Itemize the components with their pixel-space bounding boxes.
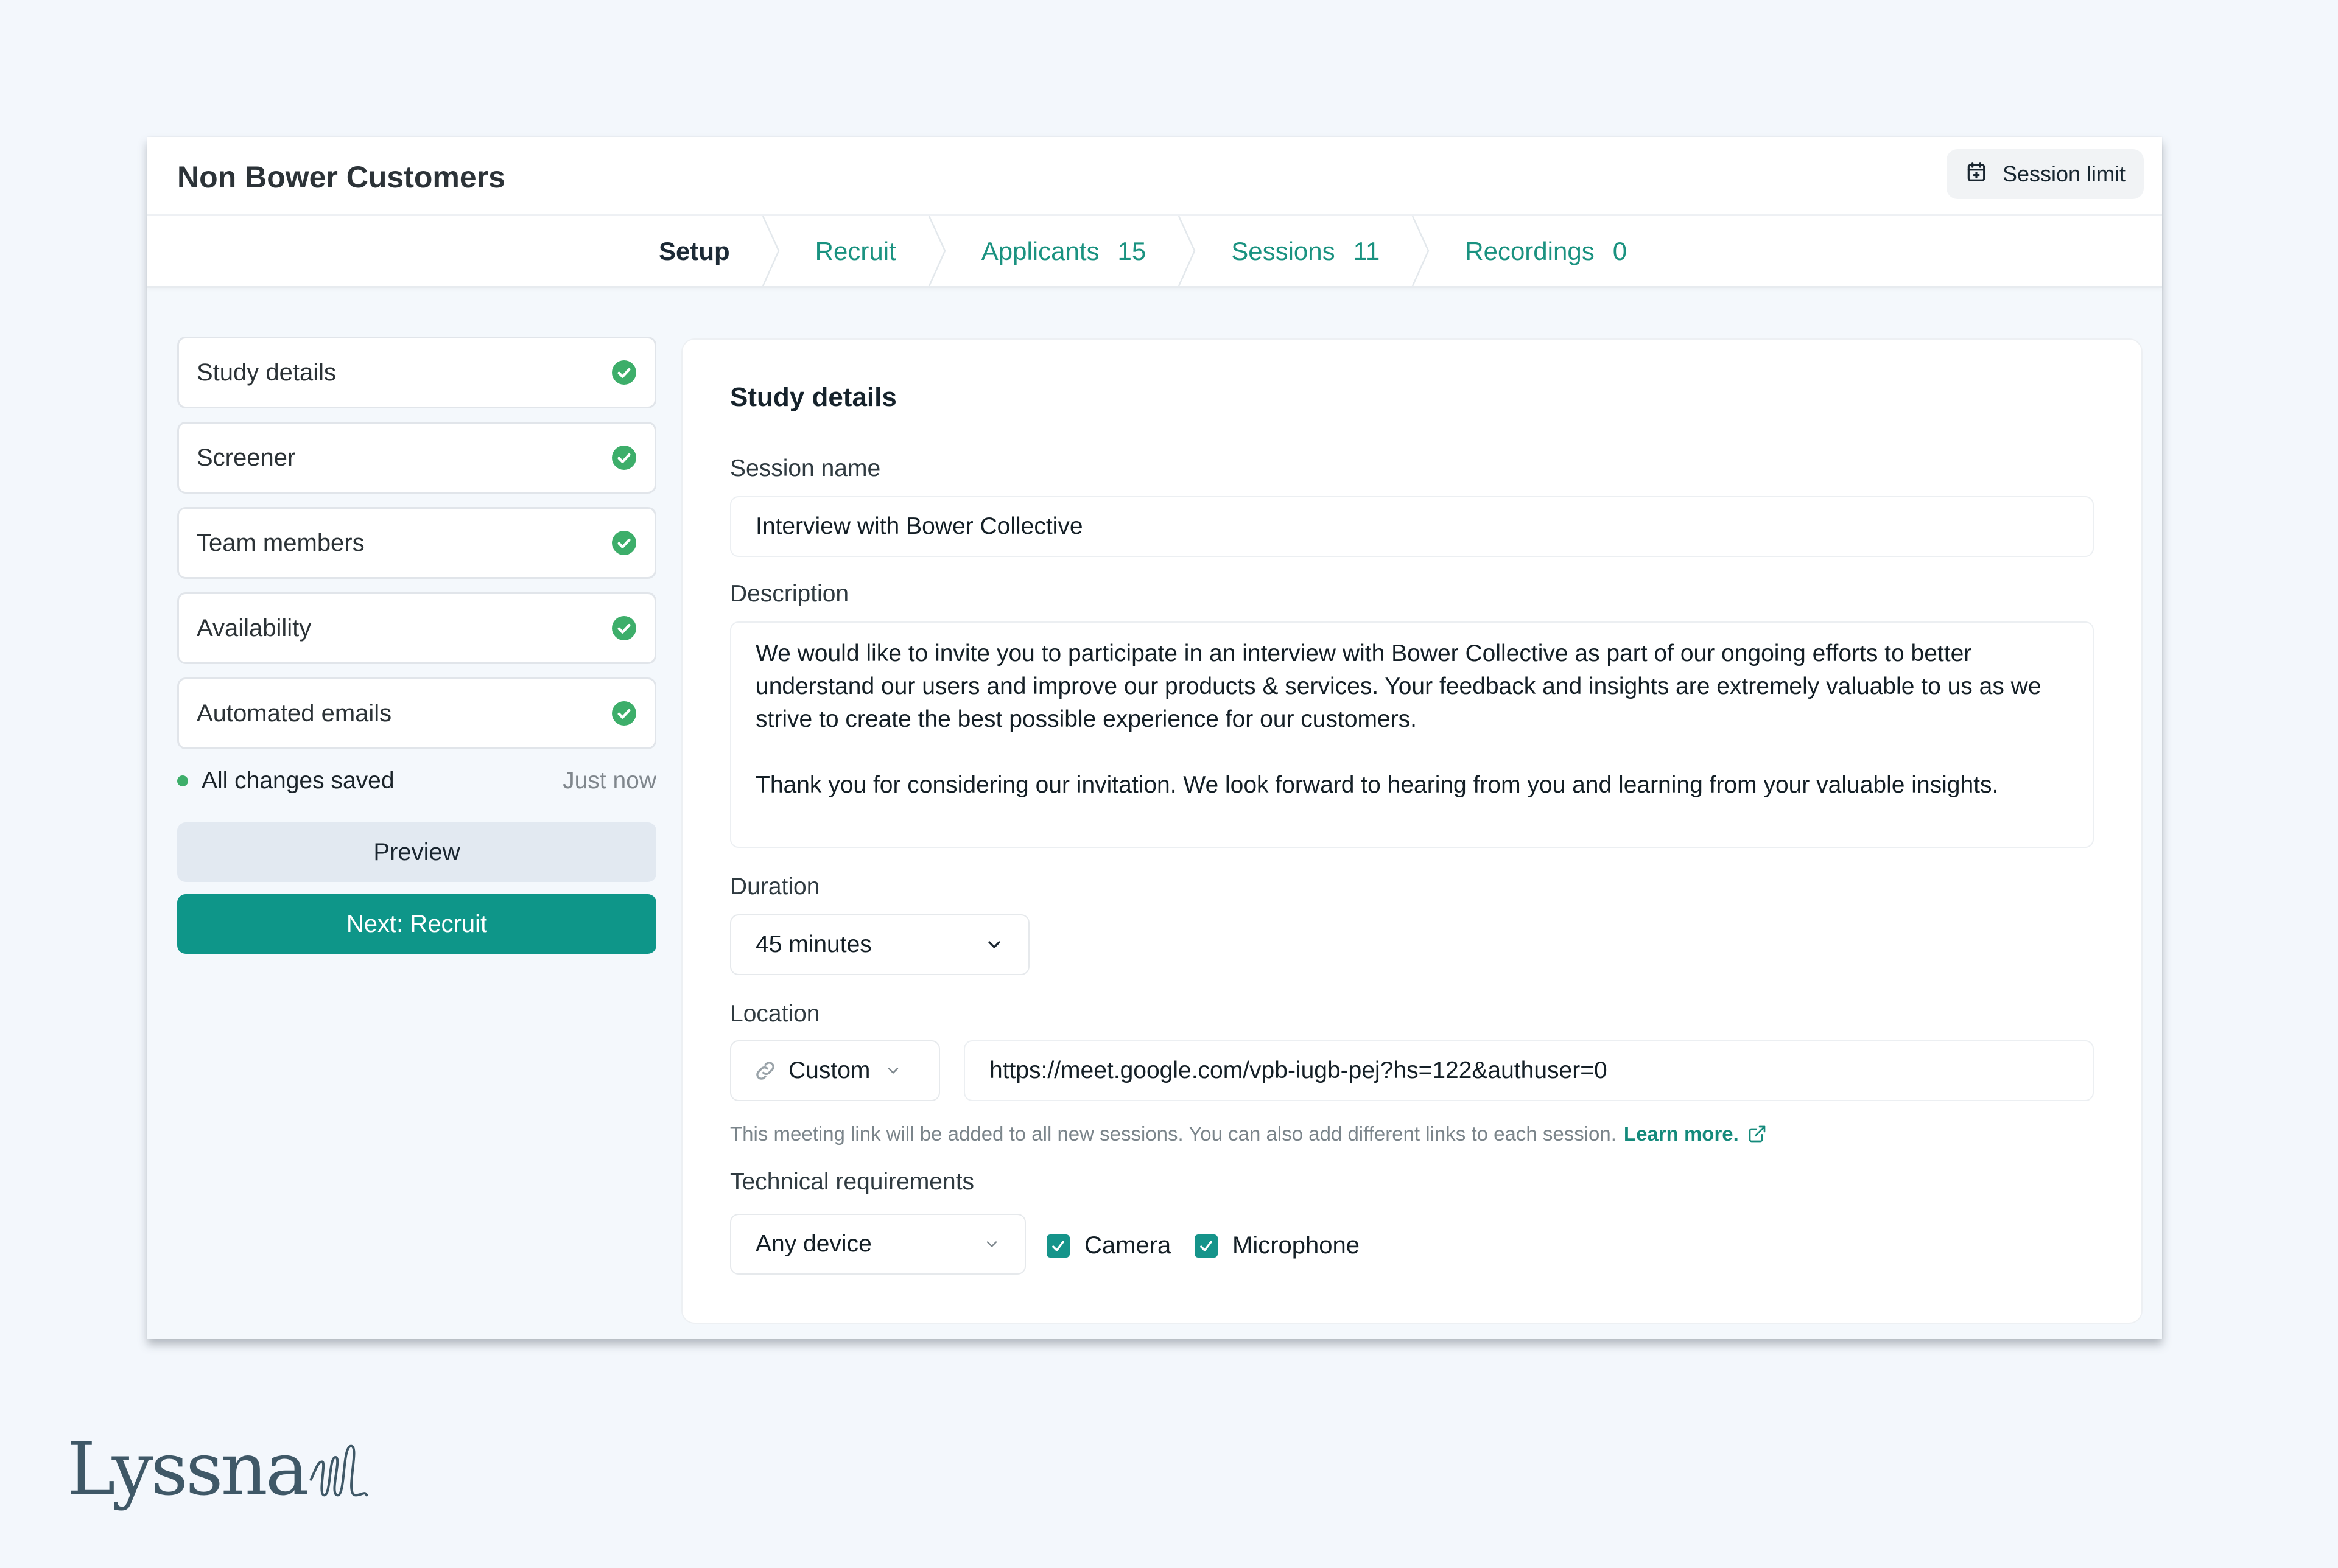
step-study-details[interactable]: Study details bbox=[177, 337, 656, 408]
microphone-checkbox[interactable]: Microphone bbox=[1195, 1232, 1360, 1259]
calendar-plus-icon bbox=[1965, 160, 1988, 189]
step-label: Screener bbox=[197, 444, 296, 471]
session-name-value: Interview with Bower Collective bbox=[756, 513, 1083, 539]
microphone-label: Microphone bbox=[1232, 1232, 1360, 1259]
checkbox-checked[interactable] bbox=[1047, 1234, 1070, 1258]
tab-applicants[interactable]: Applicants 15 bbox=[981, 216, 1146, 286]
study-details-form: Study details Session name Interview wit… bbox=[681, 338, 2143, 1324]
tab-count: 0 bbox=[1612, 236, 1627, 265]
check-circle-icon bbox=[612, 446, 636, 470]
tab-label: Recruit bbox=[815, 236, 896, 265]
description-paragraph: We would like to invite you to participa… bbox=[756, 640, 2041, 732]
location-type-value: Custom bbox=[788, 1057, 871, 1083]
duration-value: 45 minutes bbox=[756, 931, 872, 957]
check-circle-icon bbox=[612, 701, 636, 726]
tab-sessions[interactable]: Sessions 11 bbox=[1231, 216, 1380, 286]
step-label: Team members bbox=[197, 529, 365, 556]
device-select[interactable]: Any device bbox=[730, 1214, 1026, 1275]
tab-label: Recordings bbox=[1465, 236, 1595, 265]
camera-label: Camera bbox=[1084, 1232, 1171, 1259]
study-title: Non Bower Customers bbox=[177, 160, 505, 194]
next-recruit-button[interactable]: Next: Recruit bbox=[177, 894, 656, 954]
section-title: Study details bbox=[730, 382, 897, 412]
study-tabs-bar: Setup Recruit Applicants 15 Sessions 11 bbox=[147, 216, 2162, 288]
step-label: Study details bbox=[197, 359, 337, 386]
technical-requirements-label: Technical requirements bbox=[730, 1169, 975, 1195]
check-circle-icon bbox=[612, 360, 636, 385]
save-status-text: All changes saved bbox=[202, 768, 395, 794]
tab-label: Setup bbox=[659, 236, 730, 265]
step-label: Availability bbox=[197, 614, 312, 642]
tab-setup[interactable]: Setup bbox=[659, 216, 730, 286]
learn-more-link[interactable]: Learn more. bbox=[1624, 1122, 1739, 1146]
location-type-select[interactable]: Custom bbox=[730, 1040, 940, 1101]
tab-recruit[interactable]: Recruit bbox=[815, 216, 896, 286]
location-url-value: https://meet.google.com/vpb-iugb-pej?hs=… bbox=[989, 1057, 1607, 1083]
check-icon bbox=[1200, 1240, 1212, 1251]
tab-count: 15 bbox=[1117, 236, 1146, 265]
checkbox-checked[interactable] bbox=[1195, 1234, 1218, 1258]
check-circle-icon bbox=[612, 616, 636, 640]
logo-squiggle-icon bbox=[310, 1444, 368, 1497]
session-name-label: Session name bbox=[730, 455, 881, 481]
check-icon bbox=[1052, 1240, 1064, 1251]
setup-steps-sidebar: Study details Screener Team members Avai… bbox=[177, 337, 656, 954]
tab-separator bbox=[1410, 216, 1434, 286]
tab-separator bbox=[927, 216, 951, 286]
check-circle-icon bbox=[612, 531, 636, 555]
location-helper-text: This meeting link will be added to all n… bbox=[730, 1122, 1767, 1146]
step-automated-emails[interactable]: Automated emails bbox=[177, 677, 656, 749]
chevron-down-icon bbox=[986, 1241, 997, 1247]
description-label: Description bbox=[730, 581, 849, 607]
tab-separator bbox=[760, 216, 785, 286]
step-screener[interactable]: Screener bbox=[177, 422, 656, 494]
helper-text: This meeting link will be added to all n… bbox=[730, 1122, 1617, 1145]
duration-label: Duration bbox=[730, 873, 820, 900]
tab-separator bbox=[1176, 216, 1201, 286]
location-label: Location bbox=[730, 1001, 820, 1027]
study-tabs: Setup Recruit Applicants 15 Sessions 11 bbox=[659, 216, 1627, 286]
step-team-members[interactable]: Team members bbox=[177, 507, 656, 579]
camera-checkbox[interactable]: Camera bbox=[1047, 1232, 1171, 1259]
location-url-input[interactable]: https://meet.google.com/vpb-iugb-pej?hs=… bbox=[964, 1040, 2094, 1101]
device-value: Any device bbox=[756, 1231, 872, 1257]
lyssna-logo: Lyssna bbox=[67, 1433, 376, 1507]
link-icon bbox=[756, 1062, 774, 1080]
session-limit-label: Session limit bbox=[2002, 161, 2126, 186]
save-timestamp: Just now bbox=[563, 768, 656, 794]
duration-select[interactable]: 45 minutes bbox=[730, 914, 1030, 975]
session-limit-button[interactable]: Session limit bbox=[1946, 149, 2144, 199]
description-textarea[interactable]: We would like to invite you to participa… bbox=[730, 621, 2094, 848]
tab-label: Sessions bbox=[1231, 236, 1335, 265]
saved-status-dot bbox=[177, 775, 188, 786]
tab-recordings[interactable]: Recordings 0 bbox=[1465, 216, 1627, 286]
chevron-down-icon bbox=[988, 941, 1000, 948]
step-availability[interactable]: Availability bbox=[177, 592, 656, 664]
step-label: Automated emails bbox=[197, 699, 392, 727]
description-paragraph: Thank you for considering our invitation… bbox=[756, 772, 1999, 798]
preview-button[interactable]: Preview bbox=[177, 822, 656, 882]
save-status: All changes saved Just now bbox=[177, 763, 656, 799]
external-link-icon[interactable] bbox=[1747, 1124, 1767, 1144]
study-setup-window: Non Bower Customers Session limit Setup bbox=[147, 137, 2162, 1339]
tab-label: Applicants bbox=[981, 236, 1100, 265]
logo-wordmark: Lyssna bbox=[67, 1427, 309, 1512]
study-header: Non Bower Customers Session limit bbox=[147, 137, 2162, 216]
chevron-down-icon bbox=[888, 1068, 899, 1074]
tab-count: 11 bbox=[1353, 236, 1380, 265]
session-name-input[interactable]: Interview with Bower Collective bbox=[730, 496, 2094, 557]
